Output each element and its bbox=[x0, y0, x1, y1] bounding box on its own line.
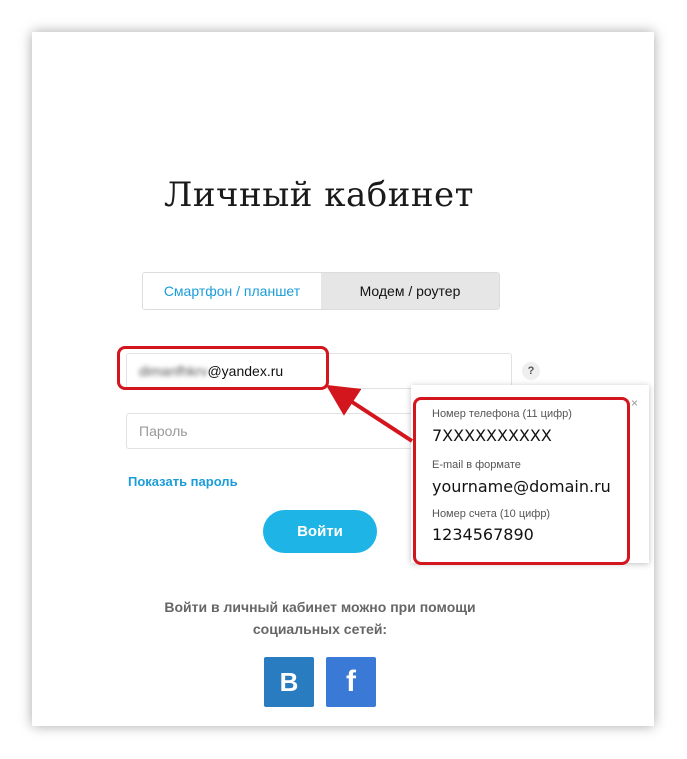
annotation-arrow bbox=[325, 384, 414, 443]
